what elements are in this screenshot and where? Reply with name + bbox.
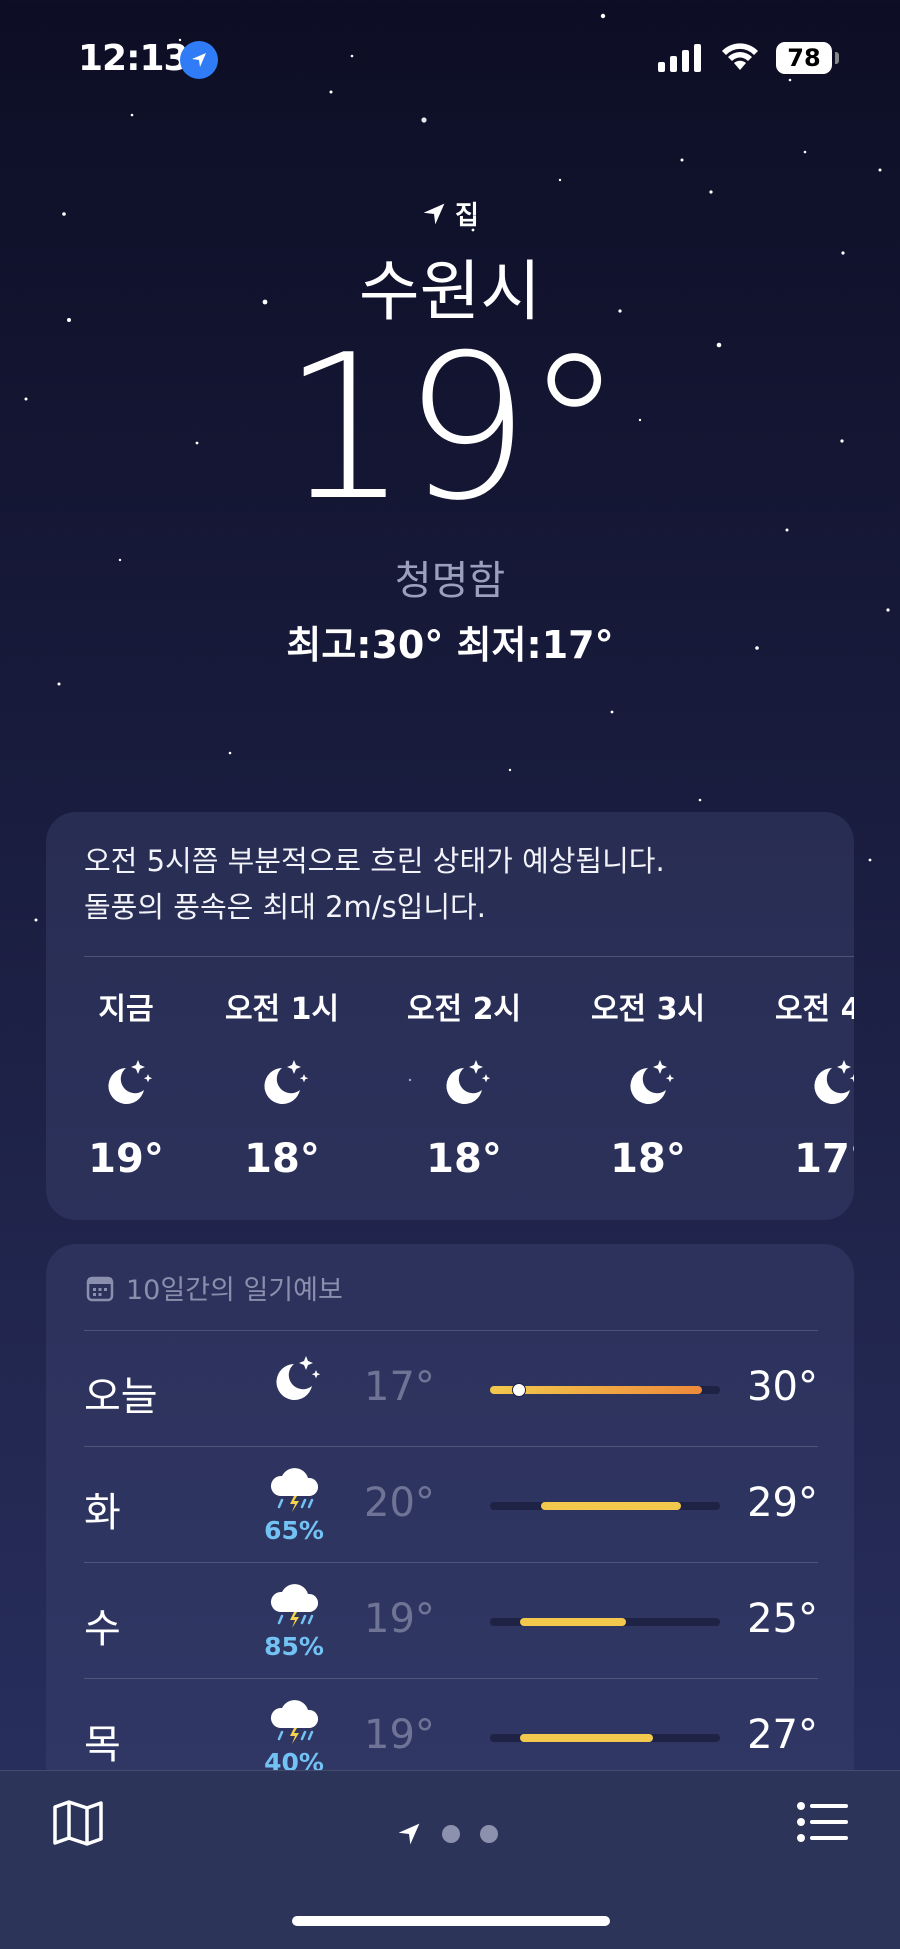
location-services-icon	[180, 41, 218, 79]
forecast-low: 19°	[364, 1596, 435, 1642]
forecast-row[interactable]: 화 65% 20° 29°	[84, 1446, 818, 1562]
hour-temp: 18°	[610, 1136, 686, 1182]
hour-label: 오전 2시	[406, 992, 522, 1027]
hourly-item: 오전 1시 18°	[202, 984, 362, 1182]
divider	[84, 956, 854, 957]
location-label-text: 집	[455, 201, 479, 231]
list-icon[interactable]	[796, 1801, 850, 1843]
current-weather: 집 수원시 19° 청명함 최고:30° 최저:17°	[0, 195, 900, 669]
ten-day-forecast-card[interactable]: 10일간의 일기예보 오늘 17° 30° 화 65% 20° 29° 수 85…	[46, 1244, 854, 1804]
forecast-low: 19°	[364, 1712, 435, 1758]
moon-stars-icon	[384, 1054, 544, 1114]
hourly-item: 오전 4시 17°	[752, 984, 854, 1182]
summary-line: 돌풍의 풍속은 최대 2m/s입니다.	[84, 890, 486, 924]
current-location-page-icon	[398, 1823, 420, 1845]
battery-indicator: 78	[776, 42, 839, 74]
precipitation-chance: 65%	[264, 1516, 324, 1545]
hour-temp: 18°	[426, 1136, 502, 1182]
summary-line: 오전 5시쯤 부분적으로 흐린 상태가 예상됩니다.	[84, 844, 665, 878]
thunderstorm-rain-icon: 40%	[254, 1698, 334, 1777]
high-low-temperature: 최고:30° 최저:17°	[286, 623, 614, 667]
hour-label: 오전 3시	[590, 992, 706, 1027]
forecast-high: 29°	[747, 1480, 818, 1526]
forecast-high: 30°	[747, 1364, 818, 1410]
temperature-range-bar	[490, 1383, 720, 1397]
forecast-header: 10일간의 일기예보	[86, 1268, 343, 1307]
page-dot	[480, 1825, 498, 1843]
forecast-day: 오늘	[84, 1374, 158, 1420]
precipitation-chance: 85%	[264, 1632, 324, 1661]
forecast-summary: 오전 5시쯤 부분적으로 흐린 상태가 예상됩니다. 돌풍의 풍속은 최대 2m…	[46, 812, 854, 930]
forecast-day: 화	[84, 1490, 121, 1536]
moon-stars-icon	[46, 1054, 206, 1114]
thunderstorm-rain-icon: 65%	[254, 1466, 334, 1545]
hourly-item: 오전 3시 18°	[568, 984, 728, 1182]
weather-condition: 청명함	[394, 558, 506, 604]
calendar-icon	[86, 1276, 114, 1301]
forecast-high: 25°	[747, 1596, 818, 1642]
forecast-title: 10일간의 일기예보	[126, 1275, 343, 1306]
divider	[84, 1446, 818, 1447]
status-time: 12:13	[78, 38, 189, 79]
wifi-icon	[722, 43, 758, 70]
forecast-day: 목	[84, 1722, 121, 1768]
page-indicator[interactable]	[396, 1821, 498, 1847]
forecast-day: 수	[84, 1606, 121, 1652]
current-temperature-marker	[511, 1383, 526, 1397]
divider	[84, 1562, 818, 1563]
hourly-forecast-card[interactable]: 오전 5시쯤 부분적으로 흐린 상태가 예상됩니다. 돌풍의 풍속은 최대 2m…	[46, 812, 854, 1220]
temperature-range-bar	[490, 1618, 720, 1626]
temperature-range-bar	[490, 1502, 720, 1510]
location-arrow-icon	[423, 203, 445, 224]
temperature-range-fill	[519, 1618, 626, 1626]
hour-label: 오전 1시	[224, 992, 340, 1027]
forecast-low: 17°	[364, 1364, 435, 1410]
temperature-range-fill	[519, 1734, 654, 1742]
temperature-range-fill	[540, 1502, 681, 1510]
location-label: 집	[0, 195, 900, 232]
home-indicator[interactable]	[292, 1916, 610, 1926]
status-bar: 12:13 78	[0, 38, 900, 88]
forecast-row[interactable]: 수 85% 19° 25°	[84, 1562, 818, 1678]
moon-stars-icon	[254, 1350, 334, 1410]
map-icon[interactable]	[52, 1799, 104, 1847]
divider	[84, 1330, 818, 1331]
page-dot	[442, 1825, 460, 1843]
hour-temp: 19°	[88, 1136, 164, 1182]
moon-stars-icon	[568, 1054, 728, 1114]
forecast-low: 20°	[364, 1480, 435, 1526]
temperature-range-bar	[490, 1734, 720, 1742]
hourly-item: 오전 2시 18°	[384, 984, 544, 1182]
cellular-signal-icon	[658, 44, 701, 72]
hourly-item: 지금 19°	[46, 984, 206, 1182]
forecast-row[interactable]: 오늘 17° 30°	[84, 1330, 818, 1446]
moon-stars-icon	[752, 1054, 854, 1114]
hour-label: 오전 4시	[774, 992, 854, 1027]
forecast-high: 27°	[747, 1712, 818, 1758]
current-temperature: 19°	[281, 312, 625, 545]
hour-temp: 18°	[244, 1136, 320, 1182]
hour-label: 지금	[98, 992, 154, 1027]
divider	[84, 1678, 818, 1679]
moon-stars-icon	[202, 1054, 362, 1114]
thunderstorm-rain-icon: 85%	[254, 1582, 334, 1661]
hour-temp: 17°	[794, 1136, 854, 1182]
